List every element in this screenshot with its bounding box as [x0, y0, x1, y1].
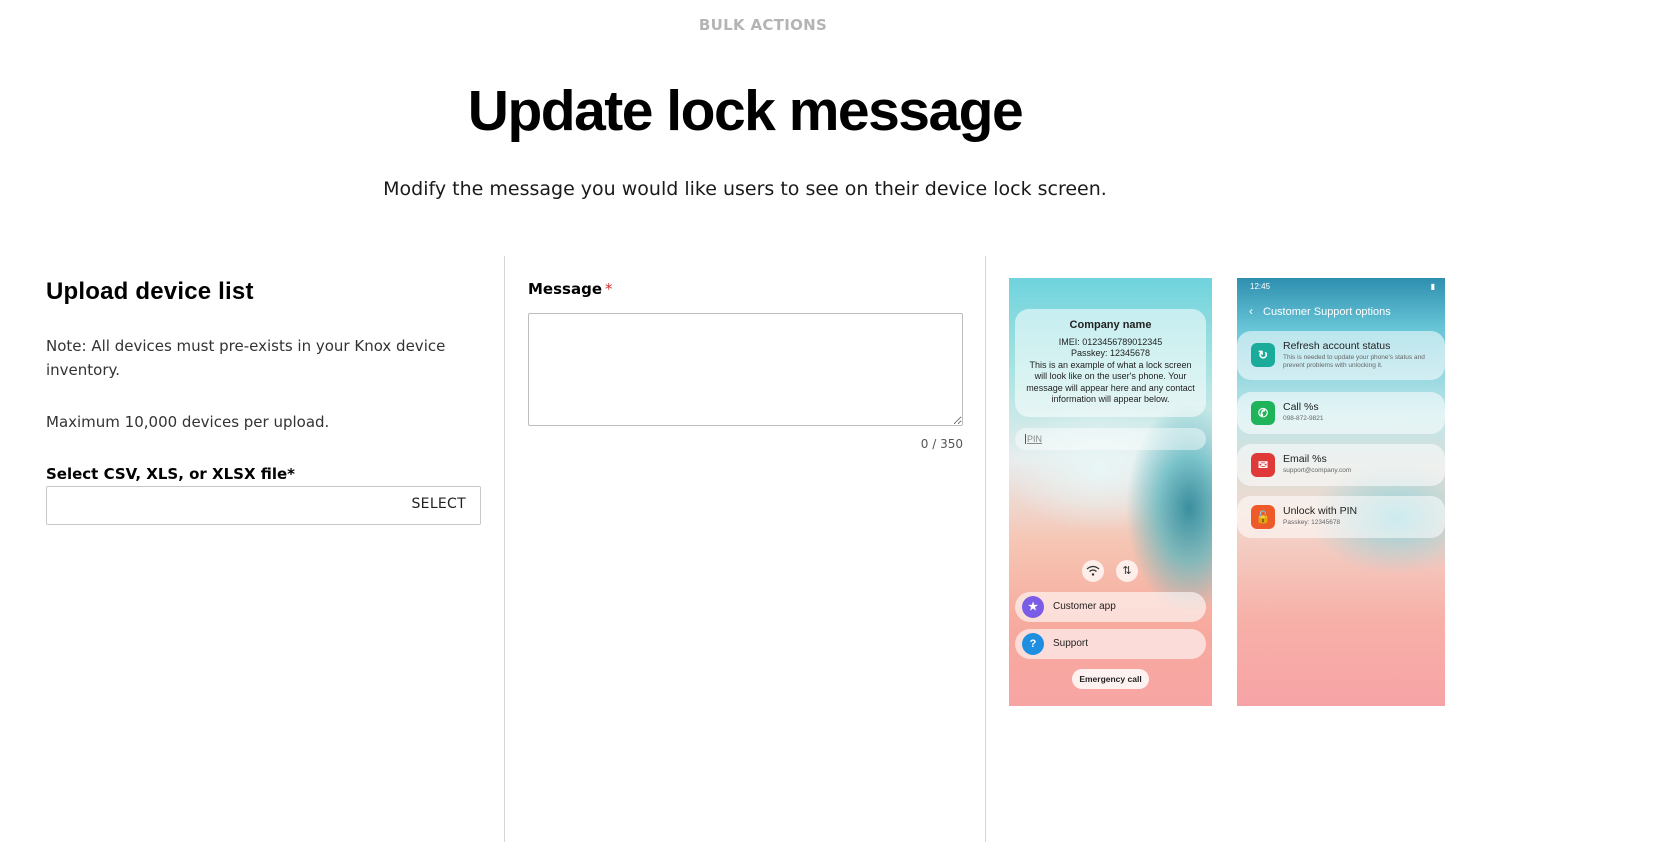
character-counter: 0 / 350 — [920, 437, 963, 451]
option-refresh: ↻ Refresh account status This is needed … — [1237, 331, 1445, 380]
pin-placeholder: PIN — [1025, 434, 1043, 444]
message-textarea[interactable] — [528, 313, 963, 426]
data-transfer-icon: ⇅ — [1116, 560, 1138, 582]
question-icon: ? — [1022, 633, 1044, 655]
back-arrow-icon: ‹ — [1249, 304, 1253, 318]
inventory-note: Note: All devices must pre-exists in you… — [46, 337, 446, 379]
lock-icon: 🔓 — [1251, 505, 1275, 529]
app-label: Support — [1053, 638, 1089, 649]
option-title: Refresh account status — [1283, 340, 1391, 352]
page-subtitle: Modify the message you would like users … — [383, 178, 1107, 200]
lock-screen-preview: Company name IMEI: 0123456789012345 Pass… — [1009, 278, 1212, 706]
mail-icon: ✉ — [1251, 453, 1275, 477]
file-field-label: Select CSV, XLS, or XLSX file* — [46, 465, 296, 483]
option-subtitle: 098-872-9821 — [1283, 415, 1324, 422]
page-title: Update lock message — [467, 79, 1024, 143]
option-subtitle: support@company.com — [1283, 467, 1352, 474]
emergency-call-button: Emergency call — [1072, 669, 1149, 689]
status-bar: 12:45 ▮ — [1250, 282, 1435, 291]
option-call: ✆ Call %s 098-872-9821 — [1237, 392, 1445, 434]
phone-icon: ✆ — [1251, 401, 1275, 425]
signal-battery-icon: ▮ — [1430, 282, 1435, 291]
select-file-button[interactable]: SELECT — [411, 496, 466, 512]
star-icon: ★ — [1022, 596, 1044, 618]
status-time: 12:45 — [1250, 282, 1271, 291]
column-divider — [985, 256, 986, 842]
option-title: Call %s — [1283, 401, 1319, 413]
pin-field: PIN — [1015, 428, 1206, 450]
max-devices-note: Maximum 10,000 devices per upload. — [46, 413, 330, 431]
company-name: Company name — [1069, 319, 1152, 331]
wifi-icon — [1082, 560, 1104, 582]
option-subtitle: Passkey: 12345678 — [1283, 519, 1341, 526]
option-subtitle: This is needed to update your phone's st… — [1283, 354, 1425, 369]
file-input-field[interactable]: SELECT — [46, 486, 481, 525]
column-divider — [504, 256, 505, 842]
refresh-icon: ↻ — [1251, 343, 1275, 367]
message-label-text: Message — [528, 280, 602, 298]
support-options-preview: 12:45 ▮ ‹ Customer Support options ↻ Refr… — [1237, 278, 1445, 706]
option-email: ✉ Email %s support@company.com — [1237, 444, 1445, 486]
option-title: Email %s — [1283, 453, 1327, 465]
message-label: Message * — [528, 280, 613, 298]
app-row-support: ? Support — [1015, 629, 1206, 659]
option-title: Unlock with PIN — [1283, 505, 1358, 517]
upload-section-title: Upload device list — [46, 278, 254, 305]
imei-text: IMEI: 0123456789012345 — [1058, 336, 1163, 347]
passkey-text: Passkey: 12345678 — [1070, 348, 1151, 358]
support-header: ‹ Customer Support options — [1249, 304, 1391, 318]
company-info-card: Company name IMEI: 0123456789012345 Pass… — [1015, 309, 1206, 417]
required-asterisk: * — [605, 280, 613, 298]
section-eyebrow: BULK ACTIONS — [698, 16, 828, 34]
app-row-customer-app: ★ Customer app — [1015, 592, 1206, 622]
option-unlock-pin: 🔓 Unlock with PIN Passkey: 12345678 — [1237, 496, 1445, 538]
lock-example-text: This is an example of what a lock screen… — [1026, 359, 1195, 405]
app-label: Customer app — [1053, 601, 1116, 612]
support-header-title: Customer Support options — [1263, 306, 1391, 318]
